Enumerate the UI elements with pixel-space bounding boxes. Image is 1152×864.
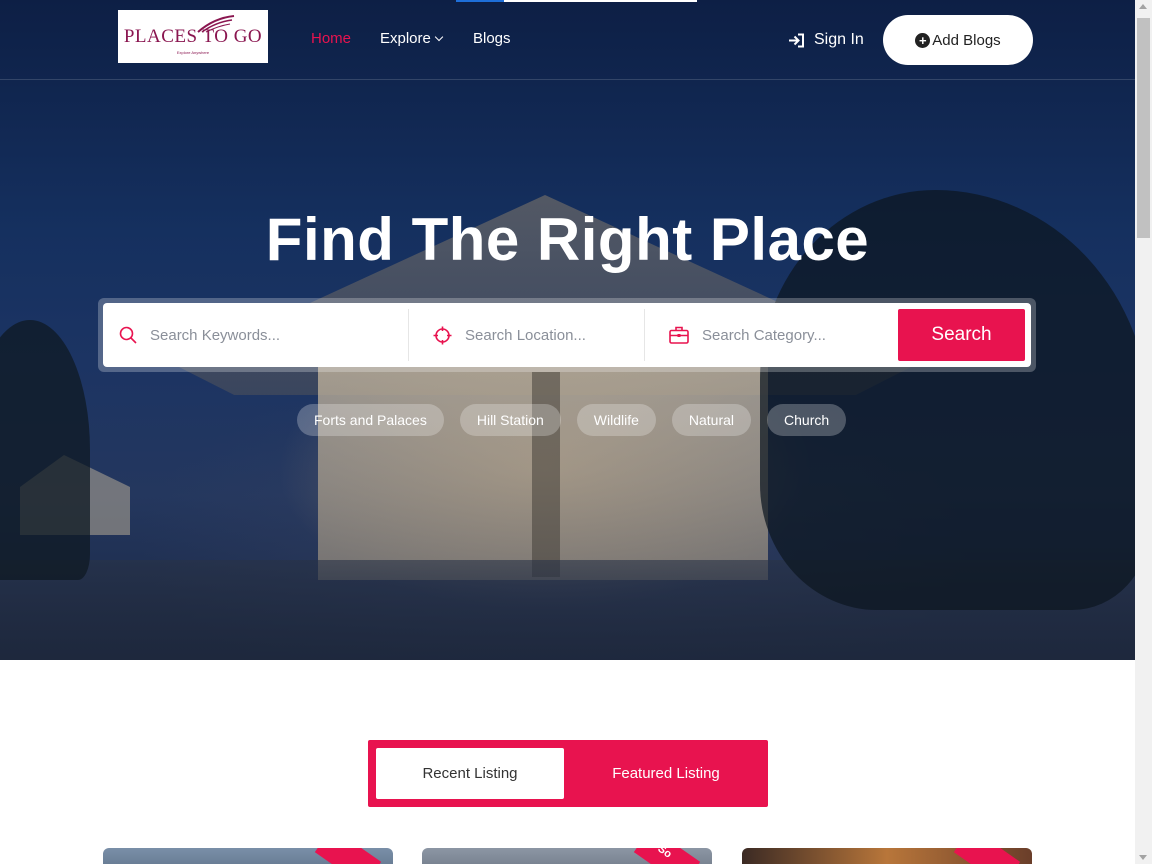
logo-text: PLACES TO GO [123, 26, 263, 47]
sign-in-label: Sign In [814, 31, 864, 48]
listing-card[interactable] [103, 848, 393, 864]
tag-church[interactable]: Church [767, 404, 847, 436]
scroll-thumb[interactable] [1137, 18, 1150, 238]
tag-forts-and-palaces[interactable]: Forts and Palaces [297, 404, 444, 436]
logo-swoosh-icon [197, 15, 235, 33]
card-ribbon [953, 848, 1021, 864]
tag-wildlife[interactable]: Wildlife [576, 404, 656, 436]
chevron-down-icon [434, 32, 444, 42]
scroll-up-icon[interactable] [1139, 4, 1147, 9]
tag-hill-station[interactable]: Hill Station [459, 404, 561, 436]
search-divider [644, 309, 645, 361]
site-logo[interactable]: PLACES TO GO Explore Anywhere [118, 10, 268, 63]
hero-section: PLACES TO GO Explore Anywhere Home Explo… [0, 0, 1135, 660]
search-icon [119, 326, 137, 344]
card-ribbon: So [633, 848, 701, 864]
search-location-input[interactable] [465, 326, 664, 344]
listing-card[interactable] [742, 848, 1032, 864]
search-keywords-input[interactable] [150, 326, 350, 344]
search-divider [408, 309, 409, 361]
search-bar-inner: Search [103, 303, 1031, 367]
search-category-input[interactable] [702, 326, 901, 344]
briefcase-icon [669, 326, 689, 344]
hero-title: Find The Right Place [265, 206, 870, 273]
page-scrollbar[interactable] [1135, 0, 1152, 864]
top-accent-bar-blue [456, 0, 504, 2]
nav-explore[interactable]: Explore [380, 30, 444, 47]
crosshair-icon [433, 326, 452, 344]
tag-natural[interactable]: Natural [671, 404, 752, 436]
tab-recent-listing[interactable]: Recent Listing [376, 748, 564, 799]
logo-tagline: Explore Anywhere [176, 50, 210, 55]
listing-tabs: Recent Listing Featured Listing [368, 740, 768, 807]
nav-explore-label: Explore [380, 30, 431, 47]
tab-featured-listing[interactable]: Featured Listing [572, 748, 760, 799]
category-tags: Forts and Palaces Hill Station Wildlife … [297, 404, 862, 436]
search-button[interactable]: Search [898, 309, 1025, 361]
sign-in-icon [789, 33, 804, 47]
plus-circle-icon: + [915, 32, 931, 48]
listing-card[interactable]: So [422, 848, 712, 864]
category-field [669, 303, 901, 367]
add-blogs-button[interactable]: + Add Blogs [883, 15, 1033, 65]
hero-tree-left [0, 320, 90, 580]
card-ribbon [314, 848, 382, 864]
search-bar: Search [98, 298, 1036, 372]
keywords-field [119, 303, 409, 367]
location-field [433, 303, 664, 367]
add-blogs-label: Add Blogs [932, 31, 1001, 49]
sign-in-link[interactable]: Sign In [788, 31, 864, 49]
nav-home[interactable]: Home [311, 30, 351, 47]
hero-tent-door [532, 372, 560, 577]
site-header: PLACES TO GO Explore Anywhere Home Explo… [0, 0, 1135, 80]
nav-blogs[interactable]: Blogs [473, 30, 511, 47]
scroll-down-icon[interactable] [1139, 855, 1147, 860]
